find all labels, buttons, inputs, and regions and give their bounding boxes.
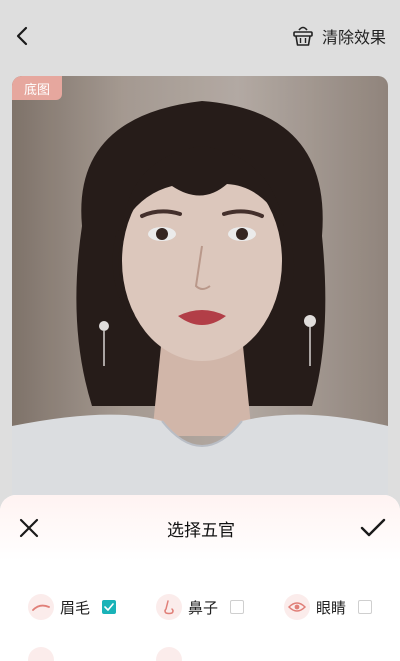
feature-select-sheet: 选择五官 眉毛 鼻子 眼睛 [0,495,400,661]
sheet-header: 选择五官 [0,495,400,561]
basket-icon [293,26,313,46]
feature-eye[interactable]: 眼睛 [284,590,373,624]
back-button[interactable] [10,24,34,48]
feature-eyebrow-label: 眉毛 [60,599,91,617]
top-bar: 清除效果 [0,0,400,72]
check-icon [360,518,386,537]
close-button[interactable] [16,515,42,541]
feature-options-row2 [0,647,400,661]
base-photo: 底图 [12,76,388,516]
chevron-left-icon [16,26,28,46]
feature-eyebrow-checkbox[interactable] [102,600,117,614]
nose-icon [156,594,182,620]
base-image-badge: 底图 [12,76,63,100]
clear-effect-label: 清除效果 [321,30,386,47]
feature-options: 眉毛 鼻子 眼睛 [0,590,400,624]
feature-option-peek[interactable] [156,647,182,661]
feature-nose-checkbox[interactable] [230,600,245,614]
sheet-title: 选择五官 [167,520,235,540]
confirm-button[interactable] [360,515,386,541]
feature-eye-label: 眼睛 [316,599,347,617]
portrait-image [12,76,388,516]
feature-nose[interactable]: 鼻子 [156,590,245,624]
feature-eye-checkbox[interactable] [358,600,373,614]
eye-icon [284,594,310,620]
eyebrow-icon [28,594,54,620]
feature-eyebrow[interactable]: 眉毛 [28,590,117,624]
feature-nose-label: 鼻子 [188,599,219,617]
clear-effect-button[interactable]: 清除效果 [292,24,386,48]
close-icon [19,518,39,538]
feature-option-peek[interactable] [28,647,54,661]
